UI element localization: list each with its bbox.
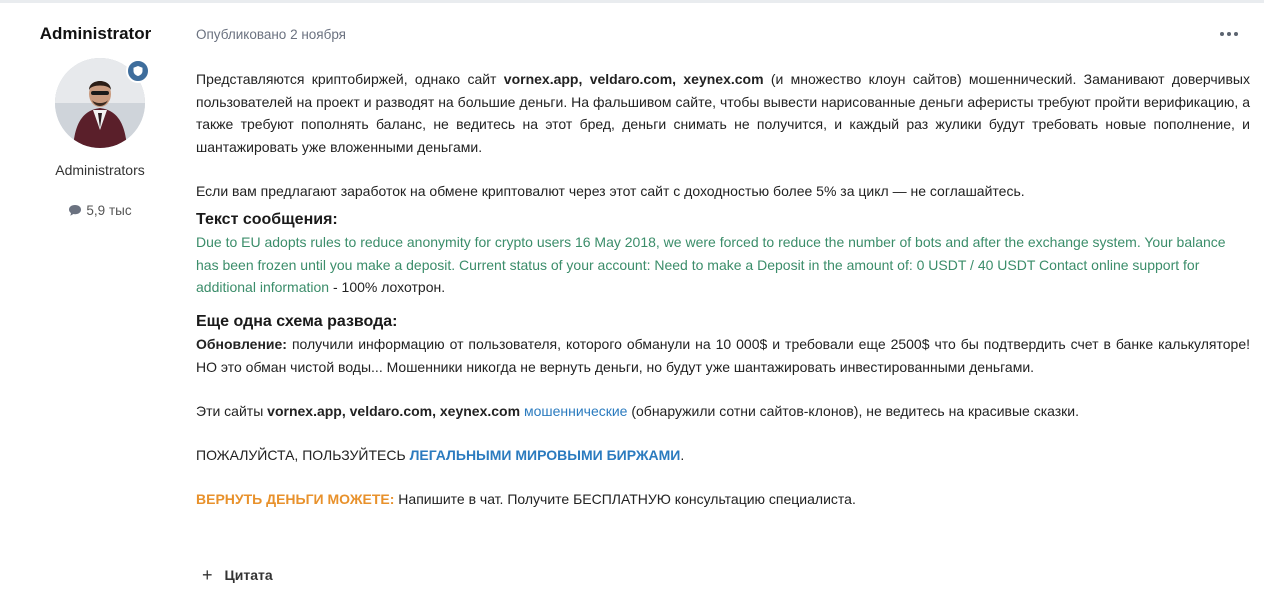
quote-label: Цитата <box>224 567 273 583</box>
quote-button[interactable]: + Цитата <box>202 566 273 584</box>
intro-paragraph: Представляются криптобиржей, однако сайт… <box>196 71 1250 155</box>
plus-icon: + <box>202 565 213 585</box>
moderator-badge <box>126 59 150 83</box>
update-paragraph: Обновление: получили информацию от польз… <box>196 336 1250 375</box>
top-divider <box>0 0 1264 3</box>
more-options-button[interactable] <box>1217 24 1241 44</box>
post-content: Представляются криптобиржей, однако сайт… <box>196 68 1250 511</box>
legal-exchanges-link[interactable]: ЛЕГАЛЬНЫМИ МИРОВЫМИ БИРЖАМИ <box>410 447 681 463</box>
author-group: Administrators <box>55 162 145 178</box>
warning-paragraph: Если вам предлагают заработок на обмене … <box>196 183 1025 199</box>
more-dots-icon <box>1220 32 1224 36</box>
post-date[interactable]: Опубликовано 2 ноября <box>196 27 346 42</box>
author-post-count: 5,9 тыс <box>0 203 200 218</box>
author-name[interactable]: Administrator <box>0 24 191 44</box>
update-label: Обновление: <box>196 336 287 352</box>
shield-icon <box>133 66 143 76</box>
scheme-heading: Еще одна схема развода: <box>196 312 398 330</box>
comment-icon <box>69 205 82 216</box>
sites-paragraph: Эти сайты vornex.app, veldaro.com, xeyne… <box>196 403 1080 419</box>
post-count-value: 5,9 тыс <box>86 203 132 218</box>
refund-paragraph: ВЕРНУТЬ ДЕНЬГИ МОЖЕТЕ: Напишите в чат. П… <box>196 491 856 507</box>
scam-link[interactable]: мошеннические <box>524 403 628 419</box>
scam-sites: vornex.app, veldaro.com, xeynex.com <box>503 71 764 87</box>
refund-label: ВЕРНУТЬ ДЕНЬГИ МОЖЕТЕ: <box>196 491 395 507</box>
message-paragraph: Due to EU adopts rules to reduce anonymi… <box>196 234 1226 295</box>
please-paragraph: ПОЖАЛУЙСТА, ПОЛЬЗУЙТЕСЬ ЛЕГАЛЬНЫМИ МИРОВ… <box>196 446 685 463</box>
message-heading: Текст сообщения: <box>196 210 338 228</box>
